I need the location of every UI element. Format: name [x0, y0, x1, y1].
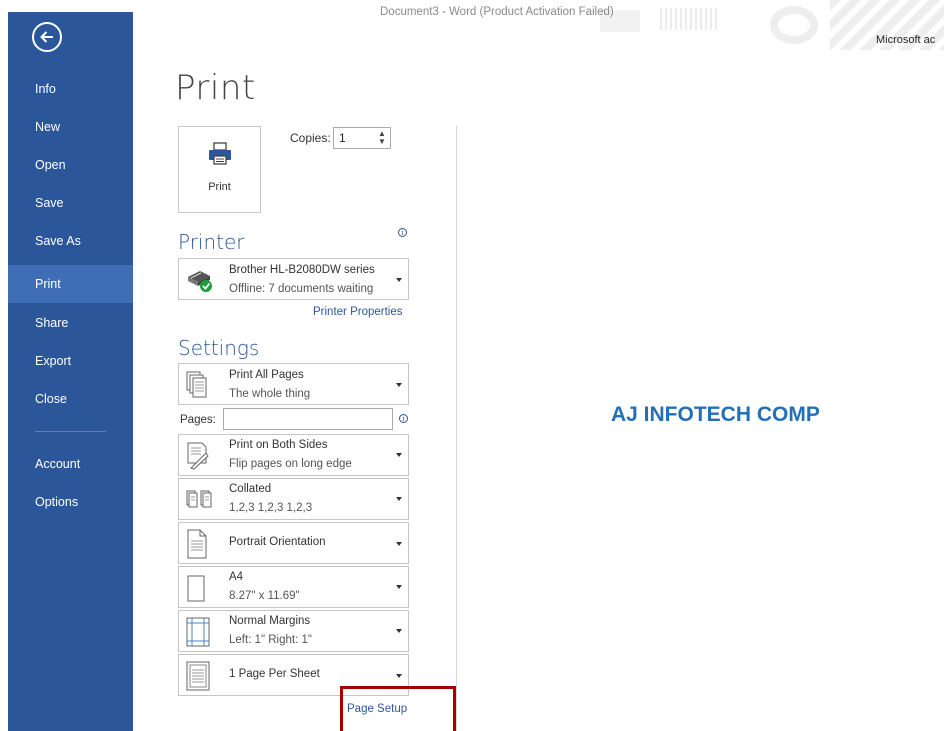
account-name[interactable]: Microsoft ac — [876, 34, 935, 46]
spin-down-icon[interactable]: ▼ — [377, 138, 387, 146]
nav-item-new[interactable]: New — [8, 113, 133, 151]
print-button-label: Print — [208, 181, 231, 193]
printer-status-icon — [188, 271, 212, 292]
collated-icon — [186, 490, 212, 508]
nav-item-share[interactable]: Share — [8, 303, 133, 341]
collation-title: Collated — [229, 483, 272, 495]
paper-size-subtitle: 8.27" x 11.69" — [229, 590, 300, 602]
margins-icon — [186, 617, 210, 647]
watermark-shape — [660, 8, 720, 30]
margins-dropdown[interactable]: Normal Margins Left: 1" Right: 1" — [178, 610, 409, 652]
backstage-sidebar: Info New Open Save Save As Print Share E… — [8, 12, 133, 731]
nav-divider — [35, 431, 106, 432]
print-range-title: Print All Pages — [229, 369, 304, 381]
chevron-down-icon — [396, 497, 402, 501]
printer-icon — [209, 142, 231, 165]
document-preview-text: AJ INFOTECH COMP — [611, 403, 820, 426]
pages-label: Pages: — [180, 414, 216, 426]
sides-subtitle: Flip pages on long edge — [229, 458, 352, 470]
nav-item-info[interactable]: Info — [8, 75, 133, 113]
collation-subtitle: 1,2,3 1,2,3 1,2,3 — [229, 502, 313, 514]
nav-item-save[interactable]: Save — [8, 189, 133, 227]
back-arrow-icon — [40, 31, 53, 43]
printer-dropdown[interactable]: Brother HL-B2080DW series Offline: 7 doc… — [178, 258, 409, 300]
paper-size-title: A4 — [229, 571, 244, 583]
sides-title: Print on Both Sides — [229, 439, 328, 451]
orientation-title: Portrait Orientation — [229, 536, 326, 548]
copies-label: Copies: — [290, 131, 331, 145]
chevron-down-icon — [396, 629, 402, 633]
copies-value: 1 — [339, 131, 346, 145]
nav-item-close[interactable]: Close — [8, 379, 133, 417]
backstage-nav: Info New Open Save Save As Print Share E… — [8, 75, 133, 526]
chevron-down-icon — [396, 383, 402, 387]
page-title: Print — [175, 68, 256, 108]
print-range-dropdown[interactable]: Print All Pages The whole thing — [178, 363, 409, 405]
nav-item-account[interactable]: Account — [8, 450, 133, 488]
collation-dropdown[interactable]: Collated 1,2,3 1,2,3 1,2,3 — [178, 478, 409, 520]
pages-per-sheet-title: 1 Page Per Sheet — [229, 668, 320, 680]
chevron-down-icon — [396, 453, 402, 457]
nav-item-open[interactable]: Open — [8, 151, 133, 189]
chevron-down-icon — [396, 278, 402, 282]
chevron-down-icon — [396, 542, 402, 546]
settings-heading: Settings — [178, 336, 260, 360]
nav-item-print[interactable]: Print — [8, 265, 133, 303]
watermark-shape — [770, 6, 818, 44]
printer-properties-link[interactable]: Printer Properties — [313, 306, 402, 318]
pages-icon — [186, 371, 207, 398]
info-icon[interactable]: i — [398, 228, 407, 237]
paper-size-dropdown[interactable]: A4 8.27" x 11.69" — [178, 566, 409, 608]
print-range-subtitle: The whole thing — [229, 388, 311, 400]
chevron-down-icon — [396, 585, 402, 589]
margins-subtitle: Left: 1" Right: 1" — [229, 634, 312, 646]
printer-name: Brother HL-B2080DW series — [229, 264, 375, 276]
nav-item-options[interactable]: Options — [8, 488, 133, 526]
orientation-dropdown[interactable]: Portrait Orientation — [178, 522, 409, 564]
sides-dropdown[interactable]: Print on Both Sides Flip pages on long e… — [178, 434, 409, 476]
chevron-down-icon — [396, 674, 402, 678]
margins-title: Normal Margins — [229, 615, 311, 627]
info-icon[interactable]: i — [399, 414, 408, 423]
copies-stepper[interactable]: 1 ▲ ▼ — [333, 127, 391, 149]
panel-divider — [456, 126, 457, 731]
pages-input[interactable] — [223, 408, 393, 430]
portrait-icon — [187, 529, 207, 559]
back-button[interactable] — [32, 22, 62, 52]
nav-item-save-as[interactable]: Save As — [8, 227, 133, 265]
printer-heading: Printer — [178, 230, 245, 254]
highlight-box — [340, 686, 456, 731]
duplex-icon — [187, 442, 209, 470]
printer-status: Offline: 7 documents waiting — [229, 283, 374, 295]
window-title: Document3 - Word (Product Activation Fai… — [380, 6, 614, 18]
print-button[interactable]: Print — [178, 126, 261, 213]
paper-icon — [187, 575, 205, 602]
page-per-sheet-icon — [186, 661, 210, 691]
nav-item-export[interactable]: Export — [8, 341, 133, 379]
